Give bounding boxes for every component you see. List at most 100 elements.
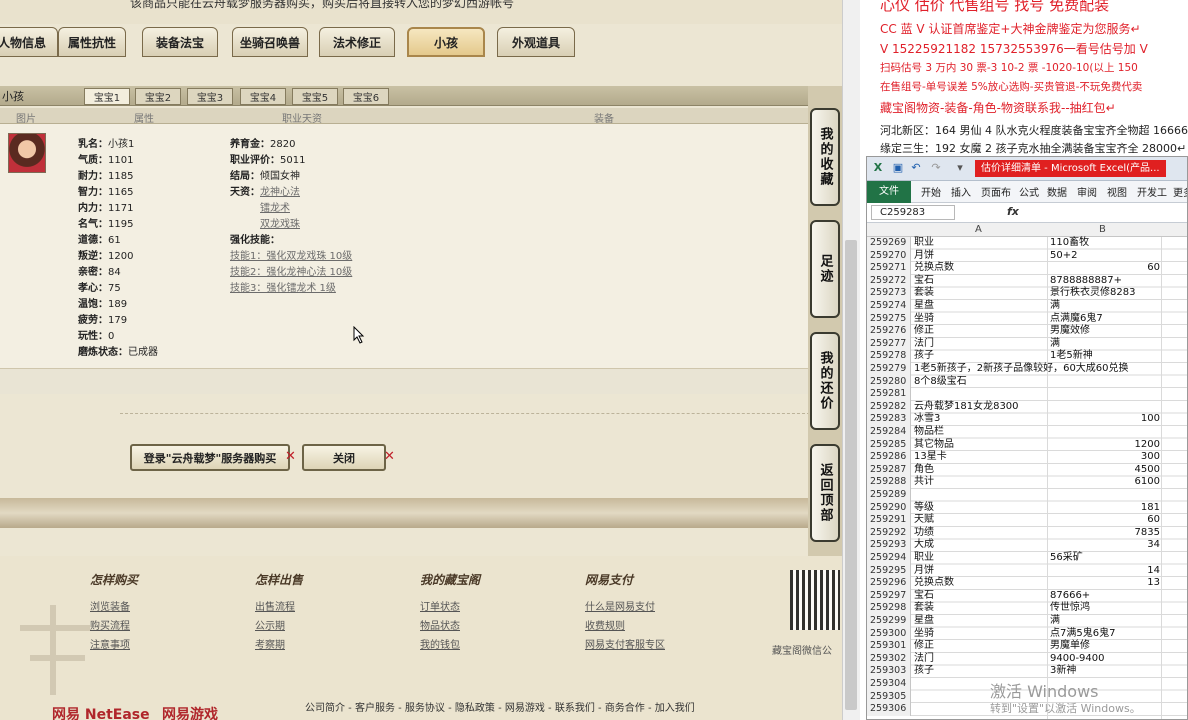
- row-number[interactable]: 259283: [867, 413, 911, 426]
- talent-link-2[interactable]: 镭龙术: [260, 199, 290, 214]
- ribbon-tab-data[interactable]: 数据: [1047, 184, 1067, 199]
- row-number[interactable]: 259306: [867, 703, 911, 716]
- row-number[interactable]: 259291: [867, 514, 911, 527]
- ribbon-tab-file[interactable]: 文件: [867, 181, 911, 203]
- row-number[interactable]: 259273: [867, 287, 911, 300]
- cell-b[interactable]: 13: [1050, 577, 1160, 590]
- footer-link[interactable]: 出售流程: [255, 598, 295, 613]
- row-number[interactable]: 259296: [867, 577, 911, 590]
- cell-b[interactable]: 传世惊鸿: [1050, 602, 1090, 615]
- cell-a[interactable]: 孩子: [914, 665, 934, 678]
- ribbon-tab-developer[interactable]: 开发工: [1137, 184, 1167, 199]
- cell-a[interactable]: 套装: [914, 287, 934, 300]
- row-number[interactable]: 259303: [867, 665, 911, 678]
- row-number[interactable]: 259281: [867, 388, 911, 401]
- cell-a[interactable]: 坐骑: [914, 313, 934, 326]
- footer-link[interactable]: 收费规则: [585, 617, 625, 632]
- cell-b[interactable]: 1200: [1050, 439, 1160, 452]
- skill-link-2[interactable]: 技能2：强化龙神心法 10级: [230, 263, 352, 278]
- tab-appearance[interactable]: 外观道具: [497, 27, 575, 57]
- ribbon-tab-view[interactable]: 视图: [1107, 184, 1127, 199]
- row-number[interactable]: 259300: [867, 627, 911, 641]
- cell-b[interactable]: 50+2: [1050, 250, 1077, 263]
- tab-children[interactable]: 小孩: [407, 27, 485, 57]
- scrollbar-thumb[interactable]: [845, 240, 857, 710]
- column-a-header[interactable]: A: [975, 224, 982, 235]
- cell-a[interactable]: 天赋: [914, 514, 934, 527]
- row-number[interactable]: 259293: [867, 539, 911, 552]
- tab-spell-mod[interactable]: 法术修正: [319, 27, 395, 57]
- baby-tab-6[interactable]: 宝宝6: [343, 88, 389, 105]
- row-number[interactable]: 259305: [867, 690, 911, 704]
- row-number[interactable]: 259270: [867, 249, 911, 263]
- close-button[interactable]: 关闭: [302, 444, 386, 471]
- cell-a[interactable]: 8个8级宝石: [914, 376, 967, 389]
- footer-link[interactable]: 浏览装备: [90, 598, 130, 613]
- cell-b[interactable]: 9400-9400: [1050, 653, 1105, 666]
- talent-link-1[interactable]: 龙神心法: [260, 183, 300, 198]
- cell-a[interactable]: 物品栏: [914, 426, 944, 439]
- footer-link[interactable]: 我的钱包: [420, 636, 460, 651]
- cell-b[interactable]: 56采矿: [1050, 552, 1083, 565]
- row-number[interactable]: 259269: [867, 237, 911, 250]
- footer-link[interactable]: 考察期: [255, 636, 285, 651]
- row-number[interactable]: 259295: [867, 564, 911, 578]
- cell-b[interactable]: 满: [1050, 300, 1060, 313]
- footer-bottom-links[interactable]: 公司简介 - 客户服务 - 服务协议 - 隐私政策 - 网易游戏 - 联系我们 …: [305, 699, 695, 714]
- row-number[interactable]: 259286: [867, 451, 911, 464]
- cell-a[interactable]: 职业: [914, 552, 934, 565]
- baby-tab-3[interactable]: 宝宝3: [187, 88, 233, 105]
- skill-link-3[interactable]: 技能3：强化镭龙术 1级: [230, 279, 336, 294]
- row-number[interactable]: 259271: [867, 262, 911, 275]
- ribbon-tab-review[interactable]: 审阅: [1077, 184, 1097, 199]
- cell-a[interactable]: 大成: [914, 539, 934, 552]
- cell-a[interactable]: 兑换点数: [914, 577, 954, 590]
- row-number[interactable]: 259275: [867, 312, 911, 326]
- cell-b[interactable]: 男魔效修: [1050, 325, 1090, 338]
- row-number[interactable]: 259284: [867, 426, 911, 439]
- cell-a[interactable]: 功绩: [914, 527, 934, 540]
- footer-link[interactable]: 什么是网易支付: [585, 598, 655, 613]
- cell-a[interactable]: 13星卡: [914, 451, 947, 464]
- cell-b[interactable]: 14: [1050, 565, 1160, 578]
- name-box[interactable]: C259283: [871, 205, 955, 220]
- cell-b[interactable]: 60: [1050, 262, 1160, 275]
- cell-a[interactable]: 月饼: [914, 565, 934, 578]
- cell-b[interactable]: 8788888887+: [1050, 275, 1122, 288]
- cell-b[interactable]: 景行秩衣灵修8283: [1050, 287, 1135, 300]
- row-number[interactable]: 259287: [867, 463, 911, 477]
- cell-b[interactable]: 7835: [1050, 527, 1160, 540]
- cell-a[interactable]: 修正: [914, 640, 934, 653]
- ribbon-tab-home[interactable]: 开始: [921, 184, 941, 199]
- row-number[interactable]: 259302: [867, 652, 911, 666]
- row-number[interactable]: 259279: [867, 363, 911, 376]
- cell-b[interactable]: 60: [1050, 514, 1160, 527]
- undo-icon[interactable]: ↶: [909, 161, 923, 175]
- cell-b[interactable]: 300: [1050, 451, 1160, 464]
- row-number[interactable]: 259274: [867, 300, 911, 313]
- skill-link-1[interactable]: 技能1：强化双龙戏珠 10级: [230, 247, 352, 262]
- child-avatar[interactable]: [8, 133, 46, 173]
- cell-a[interactable]: 修正: [914, 325, 934, 338]
- footer-link[interactable]: 订单状态: [420, 598, 460, 613]
- row-number[interactable]: 259290: [867, 501, 911, 515]
- footer-link[interactable]: 网易支付客服专区: [585, 636, 665, 651]
- quick-access-dropdown-icon[interactable]: ▾: [953, 161, 967, 175]
- cell-b[interactable]: 满: [1050, 338, 1060, 351]
- row-number[interactable]: 259280: [867, 375, 911, 389]
- cell-b[interactable]: 110畜牧: [1050, 237, 1089, 250]
- tab-character-info[interactable]: 人物信息: [0, 27, 58, 57]
- talent-link-3[interactable]: 双龙戏珠: [260, 215, 300, 230]
- redo-icon[interactable]: ↷: [929, 161, 943, 175]
- my-favorites-button[interactable]: 我的收藏: [810, 108, 840, 206]
- cell-a[interactable]: 其它物品: [914, 439, 954, 452]
- save-icon[interactable]: ▣: [891, 161, 905, 175]
- footer-link[interactable]: 购买流程: [90, 617, 130, 632]
- cell-a[interactable]: 兑换点数: [914, 262, 954, 275]
- cell-b[interactable]: 点7满5鬼6鬼7: [1050, 628, 1115, 641]
- cell-b[interactable]: 34: [1050, 539, 1160, 552]
- row-number[interactable]: 259277: [867, 337, 911, 351]
- row-number[interactable]: 259294: [867, 552, 911, 565]
- cell-a[interactable]: 宝石: [914, 275, 934, 288]
- baby-tab-5[interactable]: 宝宝5: [292, 88, 338, 105]
